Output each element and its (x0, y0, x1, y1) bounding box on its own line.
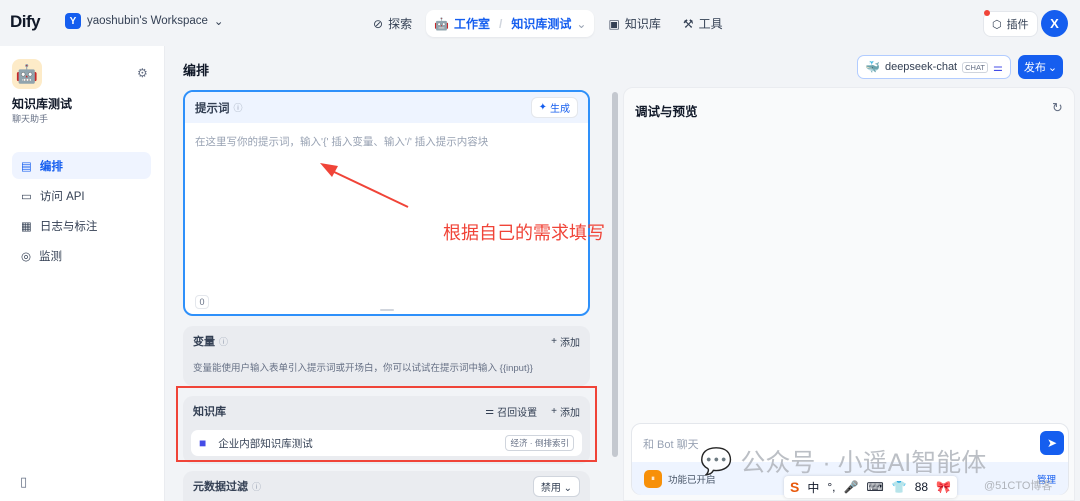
ime-toolbar: S 中 °, 🎤 ⌨ 👕 88 🎀 (784, 476, 958, 498)
model-selector[interactable]: 🐳 deepseek-chat CHAT ⚌ (857, 55, 1011, 79)
chat-input[interactable]: 和 Bot 聊天 (643, 436, 699, 452)
keyboard-icon[interactable]: ⌨ (866, 480, 883, 494)
ime-mode[interactable]: 中 (807, 479, 819, 496)
sogou-icon[interactable]: S (790, 479, 799, 495)
annotation-text: 根据自己的需求填写 (443, 223, 605, 243)
punctuation-icon[interactable]: °, (827, 480, 835, 494)
deepseek-icon: 🐳 (865, 60, 880, 74)
feature-icon: ⏸ (644, 469, 662, 488)
bow-icon[interactable]: 🎀 (936, 480, 951, 494)
chevron-down-icon: ⌄ (1047, 61, 1058, 74)
watermark: 💬 公众号 · 小遥AI智能体 (700, 445, 987, 478)
skin-icon[interactable]: 👕 (892, 480, 907, 494)
grid-icon[interactable]: 88 (915, 480, 928, 494)
publish-button[interactable]: 发布 ⌄ (1018, 55, 1063, 79)
microphone-icon[interactable]: 🎤 (844, 480, 859, 494)
debug-title: 调试与预览 (635, 105, 698, 119)
refresh-icon[interactable]: ↻ (1052, 100, 1063, 116)
send-icon: ➤ (1046, 436, 1058, 450)
debug-preview-panel: 调试与预览 ↻ 和 Bot 聊天 ➤ ⏸ 功能已开启 管理 (623, 87, 1075, 501)
blog-watermark: @51CTO博客 (984, 480, 1053, 492)
wechat-icon: 💬 (700, 445, 733, 476)
send-button[interactable]: ➤ (1040, 431, 1064, 455)
sliders-icon: ⚌ (993, 61, 1003, 74)
model-name: deepseek-chat (884, 61, 958, 73)
model-mode-badge: CHAT (962, 61, 988, 73)
